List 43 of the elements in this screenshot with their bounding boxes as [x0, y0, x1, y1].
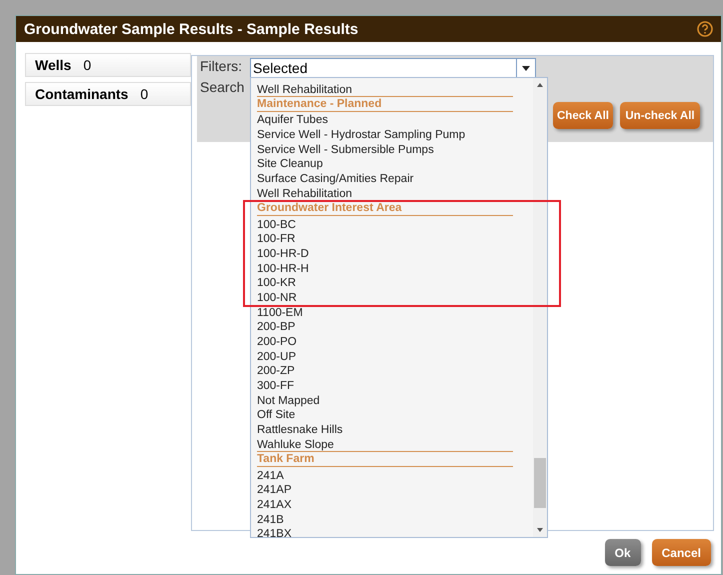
- list-option[interactable]: 100-HR-H: [257, 262, 309, 275]
- side-tab[interactable]: Contaminants 0: [25, 82, 191, 106]
- list-option[interactable]: 200-BP: [257, 321, 296, 334]
- list-option[interactable]: 241AX: [257, 498, 292, 511]
- list-option[interactable]: Wahluke Slope: [257, 438, 334, 451]
- list-option[interactable]: Surface Casing/Amities Repair: [257, 173, 414, 186]
- list-option[interactable]: 200-UP: [257, 350, 296, 363]
- caret-icon: [522, 66, 530, 70]
- list-option[interactable]: Service Well - Submersible Pumps: [257, 144, 434, 156]
- list-option[interactable]: Service Well - Hydrostar Sampling Pump: [257, 129, 466, 142]
- list-option[interactable]: Off Site: [257, 409, 296, 422]
- action-button[interactable]: Check All: [553, 102, 613, 129]
- group-header: Maintenance - Planned: [257, 96, 513, 112]
- list-option[interactable]: Site Cleanup: [257, 158, 323, 170]
- list-option[interactable]: 241A: [257, 470, 284, 482]
- dialog-button[interactable]: Ok: [604, 539, 641, 566]
- filters-label: Filters:: [200, 58, 242, 74]
- list-option[interactable]: Well Rehabilitation: [257, 188, 352, 200]
- list-option[interactable]: 300-FF: [257, 380, 294, 392]
- list-option[interactable]: 241B: [257, 514, 284, 526]
- list-option[interactable]: 100-NR: [257, 292, 297, 304]
- action-button[interactable]: Un-check All: [620, 102, 700, 129]
- list-option[interactable]: Well Rehabilitation: [257, 84, 352, 96]
- group-header: Groundwater Interest Area: [257, 200, 513, 216]
- list-option[interactable]: 100-KR: [257, 277, 296, 290]
- list-option[interactable]: 241AP: [257, 484, 292, 496]
- list-option[interactable]: Not Mapped: [257, 394, 320, 407]
- list-option[interactable]: 100-HR-D: [257, 248, 309, 260]
- list-option[interactable]: 100-BC: [257, 218, 296, 230]
- list-option[interactable]: 100-FR: [257, 233, 296, 246]
- help-icon[interactable]: [697, 21, 713, 37]
- window-title: Groundwater Sample Results - Sample Results: [24, 20, 358, 38]
- list-option[interactable]: 241BX: [257, 528, 292, 537]
- list-option[interactable]: 200-ZP: [257, 365, 295, 378]
- side-tab[interactable]: Wells 0: [25, 53, 191, 77]
- group-header: Tank Farm: [257, 450, 513, 467]
- list-option[interactable]: Rattlesnake Hills: [257, 424, 343, 436]
- list-option[interactable]: Aquifer Tubes: [257, 114, 328, 126]
- list-option[interactable]: 200-PO: [257, 336, 297, 348]
- search-label: Search: [200, 79, 244, 95]
- filters-dropdown[interactable]: Selected: [250, 58, 536, 78]
- list-option[interactable]: 1100-EM: [257, 306, 303, 319]
- dialog-button[interactable]: Cancel: [652, 539, 711, 566]
